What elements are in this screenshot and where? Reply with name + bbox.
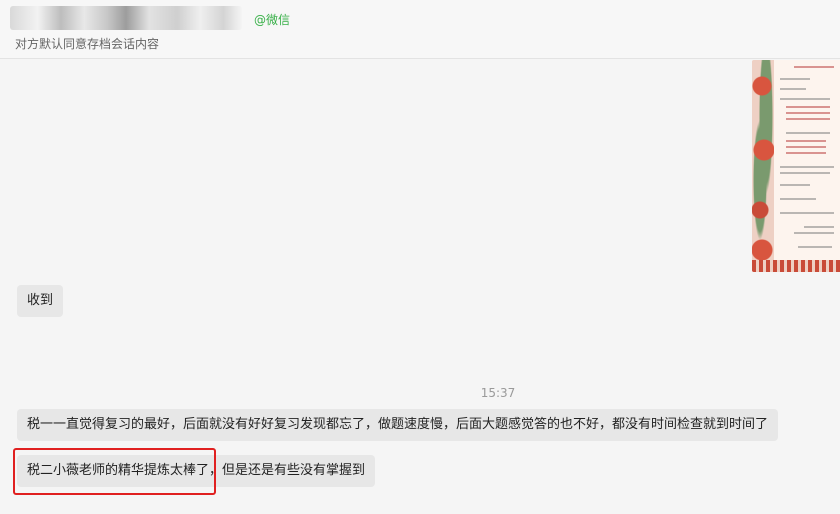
message-bubble[interactable]: 收到	[17, 285, 64, 317]
image-border	[752, 260, 840, 272]
image-document	[774, 60, 840, 260]
timestamp: 15:37	[480, 386, 516, 400]
message-text: 税一一直觉得复习的最好，后面就没有好好复习发现都忘了，做题速度慢，后面大题感觉答…	[27, 417, 769, 432]
highlight-box	[13, 448, 216, 495]
message-bubble[interactable]: 税一一直觉得复习的最好，后面就没有好好复习发现都忘了，做题速度慢，后面大题感觉答…	[17, 409, 779, 441]
chat-header: @微信 对方默认同意存档会话内容	[0, 0, 840, 59]
archive-notice: 对方默认同意存档会话内容	[15, 37, 160, 51]
message-text: 收到	[27, 293, 54, 308]
contact-name-blurred	[10, 6, 242, 30]
image-decoration	[752, 60, 774, 272]
image-message[interactable]	[752, 60, 840, 272]
wechat-tag: @微信	[254, 13, 291, 27]
